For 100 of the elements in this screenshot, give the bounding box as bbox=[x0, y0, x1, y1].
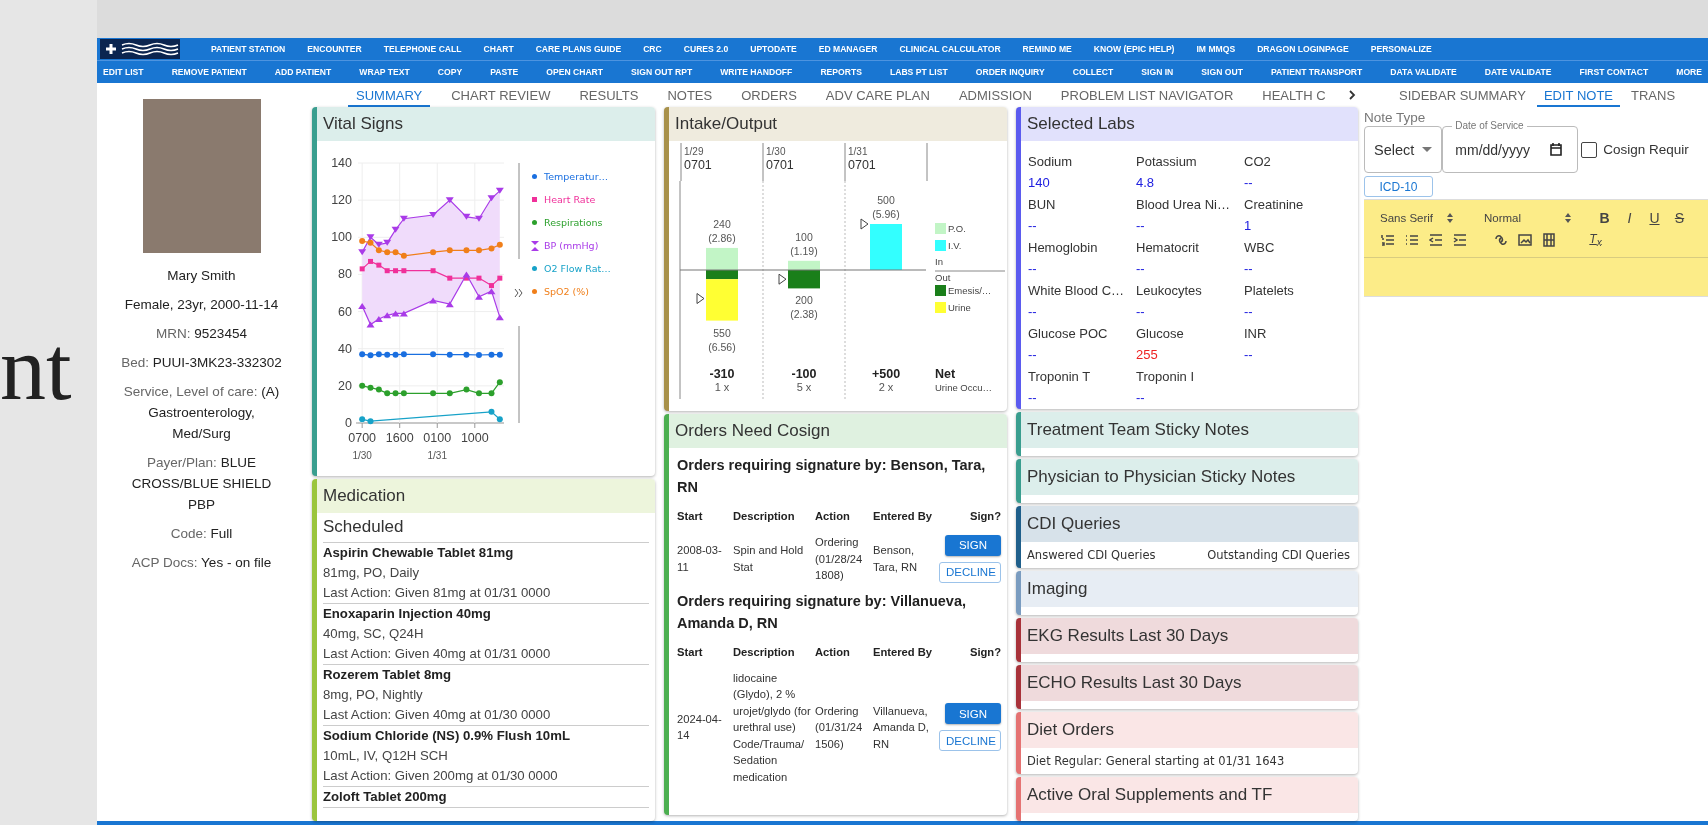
checkbox[interactable] bbox=[1581, 141, 1598, 158]
tab[interactable]: PROBLEM LIST NAVIGATOR bbox=[1052, 87, 1242, 107]
tab[interactable]: EDIT NOTE bbox=[1536, 87, 1620, 107]
toolbar-button[interactable]: KNOW (EPIC HELP) bbox=[1082, 39, 1186, 59]
legend-label: Respirations bbox=[544, 217, 603, 228]
double-chevron-icon[interactable] bbox=[514, 288, 523, 298]
indent-icon[interactable] bbox=[1453, 233, 1467, 247]
patient-field: Bed: PUUI-3MK23-332302 bbox=[121, 352, 282, 373]
tab[interactable]: ORDERS bbox=[733, 87, 805, 107]
value-label: (6.56) bbox=[708, 340, 736, 353]
toolbar-button[interactable]: IM MMQS bbox=[1185, 39, 1247, 59]
clear-format-button[interactable]: T$_{x}$ bbox=[1583, 231, 1608, 249]
toolbar-button[interactable]: WRITE HANDOFF bbox=[718, 62, 795, 82]
toolbar-button[interactable]: OPEN CHART bbox=[544, 62, 606, 82]
toolbar-button[interactable]: LABS PT LIST bbox=[887, 62, 950, 82]
toolbar-button[interactable]: REMIND ME bbox=[1011, 39, 1083, 59]
decline-button[interactable]: DECLINE bbox=[939, 561, 1001, 583]
toolbar-button[interactable]: SIGN OUT bbox=[1199, 62, 1245, 82]
toolbar-button[interactable]: CRC bbox=[632, 39, 673, 59]
film-icon[interactable] bbox=[1542, 233, 1556, 247]
toolbar-button[interactable]: ORDER INQUIRY bbox=[973, 62, 1047, 82]
toolbar-button[interactable]: PASTE bbox=[488, 62, 521, 82]
medication-name: Rozerem Tablet 8mg bbox=[323, 666, 452, 684]
toolbar-button[interactable]: DATE VALIDATE bbox=[1482, 62, 1554, 82]
toolbar-button[interactable]: DRAGON LOGINPAGE bbox=[1246, 39, 1360, 59]
tab[interactable]: HEALTH C bbox=[1254, 87, 1334, 107]
tab[interactable]: RESULTS bbox=[571, 87, 647, 107]
axis-label: 140 bbox=[331, 156, 352, 170]
background-text: nt bbox=[0, 322, 72, 414]
data-point bbox=[429, 297, 438, 304]
lab-name: Leukocytes bbox=[1136, 282, 1203, 300]
toolbar-button[interactable]: REMOVE PATIENT bbox=[169, 62, 249, 82]
toolbar-button[interactable]: FIRST CONTACT bbox=[1577, 62, 1651, 82]
calendar-icon[interactable] bbox=[1550, 143, 1563, 156]
toolbar-button[interactable]: SIGN IN bbox=[1139, 62, 1176, 82]
outdent-icon[interactable] bbox=[1429, 233, 1443, 247]
tab[interactable]: ADMISSION bbox=[950, 87, 1040, 107]
size-dropdown[interactable]: Normal bbox=[1480, 212, 1580, 224]
format-button[interactable]: S bbox=[1667, 210, 1692, 226]
toolbar-button[interactable]: PATIENT STATION bbox=[200, 39, 297, 59]
toolbar-button[interactable]: COLLECT bbox=[1070, 62, 1116, 82]
toolbar-button[interactable]: CARE PLANS GUIDE bbox=[524, 39, 633, 59]
chevron-right-icon[interactable] bbox=[1346, 89, 1357, 101]
link-icon[interactable] bbox=[1494, 233, 1508, 247]
numbered-list-icon[interactable] bbox=[1381, 233, 1395, 247]
decline-button[interactable]: DECLINE bbox=[939, 730, 1001, 752]
lab-name: Platelets bbox=[1244, 282, 1295, 300]
toolbar-button[interactable]: CURES 2.0 bbox=[672, 39, 740, 59]
card-title: Orders Need Cosign bbox=[669, 414, 1007, 448]
format-button[interactable]: I bbox=[1617, 210, 1642, 226]
toolbar-button[interactable]: CHART bbox=[472, 39, 525, 59]
tab[interactable]: SIDEBAR SUMMARY bbox=[1392, 87, 1533, 107]
last-action: Last Action: Given 40mg at 01/31 0000 bbox=[323, 645, 552, 663]
data-point bbox=[384, 268, 390, 274]
sign-button[interactable]: SIGN bbox=[945, 534, 1001, 556]
toolbar-button[interactable]: UPTODATE bbox=[739, 39, 808, 59]
card-title: Diet Orders bbox=[1021, 712, 1358, 748]
icd-button[interactable]: ICD-10 bbox=[1364, 176, 1433, 197]
toolbar-button[interactable]: REPORTS bbox=[818, 62, 864, 82]
toolbar-button[interactable]: EDIT LIST bbox=[101, 62, 146, 82]
sign-button[interactable]: SIGN bbox=[945, 703, 1001, 725]
bullet-list-icon[interactable] bbox=[1405, 233, 1419, 247]
toolbar-button[interactable]: CLINICAL CALCULATOR bbox=[888, 39, 1012, 59]
table-cell-text: 2008-03-11 bbox=[677, 543, 723, 575]
format-button[interactable]: U bbox=[1642, 210, 1667, 226]
image-icon[interactable] bbox=[1518, 233, 1532, 247]
toolbar-button[interactable]: ENCOUNTER bbox=[296, 39, 373, 59]
tab[interactable]: ADV CARE PLAN bbox=[817, 87, 938, 107]
table-cell-text: Villanueva, Amanda D, RN bbox=[873, 703, 930, 752]
column-header: Start bbox=[677, 509, 704, 524]
column-header: Entered By bbox=[873, 644, 934, 660]
data-point bbox=[463, 351, 470, 358]
format-button[interactable]: B bbox=[1592, 210, 1617, 226]
axis-label: 1000 bbox=[460, 431, 489, 445]
value-label: 200 bbox=[795, 294, 813, 307]
toolbar-button[interactable]: ED MANAGER bbox=[807, 39, 889, 59]
toolbar-button[interactable]: PATIENT TRANSPORT bbox=[1268, 62, 1365, 82]
toolbar-button[interactable]: MORE bbox=[1674, 62, 1704, 82]
tab[interactable]: CHART REVIEW bbox=[443, 87, 559, 107]
card-title: Selected Labs bbox=[1021, 107, 1358, 141]
toolbar-button[interactable]: COPY bbox=[435, 62, 465, 82]
toolbar-button[interactable]: WRAP TEXT bbox=[357, 62, 412, 82]
logo-icon[interactable] bbox=[100, 39, 180, 59]
toolbar-button[interactable]: ADD PATIENT bbox=[272, 62, 334, 82]
data-point bbox=[446, 247, 453, 254]
patient-field: Service, Level of care: (A) Gastroenterology, Med/Surg bbox=[119, 381, 284, 444]
net-sublabel: Urine Occu… bbox=[935, 382, 992, 393]
medication-name: Zoloft Tablet 200mg bbox=[323, 788, 448, 806]
tab[interactable]: TRANS bbox=[1624, 87, 1683, 107]
tab[interactable]: NOTES bbox=[659, 87, 721, 107]
toolbar-button[interactable]: PERSONALIZE bbox=[1359, 39, 1443, 59]
lab-value: 4.8 bbox=[1136, 174, 1156, 192]
toolbar-button[interactable]: DATA VALIDATE bbox=[1388, 62, 1459, 82]
toolbar-button[interactable]: SIGN OUT RPT bbox=[629, 62, 695, 82]
font-dropdown[interactable]: Sans Serif bbox=[1376, 212, 1480, 224]
checkbox-label: Cosign Requir bbox=[1603, 142, 1689, 157]
toolbar-button[interactable]: TELEPHONE CALL bbox=[372, 39, 473, 59]
medication-name: Enoxaparin Injection 40mg bbox=[323, 605, 492, 623]
column-header: Sign? bbox=[968, 509, 1001, 524]
data-point bbox=[368, 258, 373, 264]
